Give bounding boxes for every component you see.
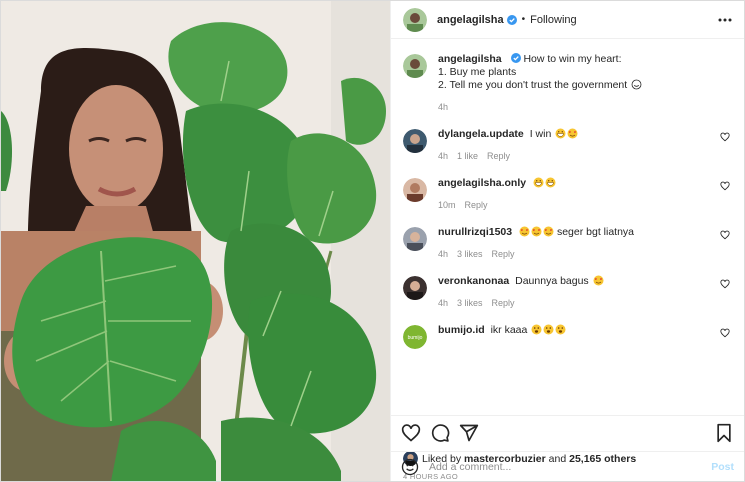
caption-time: 4h [438,102,449,112]
comment-time: 4h [438,151,449,161]
verified-badge-icon [510,53,521,63]
comment-icon[interactable] [430,423,450,443]
commenter-avatar[interactable] [403,227,427,251]
post-actions [391,415,744,449]
add-comment-bar: Post [391,451,744,481]
comment-row: nurullrizqi1503 seger bgt liatnya 4h 3 li… [403,226,732,261]
paper-plane-icon[interactable] [459,423,479,443]
post-header: angelagilsha • Following [391,1,744,39]
comment-likes[interactable]: 3 likes [457,298,483,308]
grin-emoji-icon [555,128,566,139]
caption: angelagilsha How to win my heart: 1. Buy… [403,53,732,114]
comment-like-heart-icon[interactable] [720,132,730,142]
commenter-avatar[interactable] [403,129,427,153]
more-icon[interactable] [718,13,732,27]
caption-username[interactable]: angelagilsha [438,53,502,65]
caption-meta: 4h [438,101,714,114]
comment-time: 10m [438,200,456,210]
heart-eyes-emoji-icon [593,275,604,286]
comment-like-heart-icon[interactable] [720,181,730,191]
heart-icon[interactable] [401,423,421,443]
commenter-avatar[interactable] [403,178,427,202]
reply-button[interactable]: Reply [465,200,488,210]
comment-text: ikr kaaa [490,324,528,336]
comment-likes[interactable]: 3 likes [457,249,483,259]
anguished-emoji-icon [543,324,554,335]
caption-avatar[interactable] [403,54,427,78]
bookmark-icon[interactable] [714,423,734,443]
commenter-username[interactable]: dylangela.update [438,128,524,140]
comment-like-heart-icon[interactable] [720,230,730,240]
commenter-avatar[interactable]: bumijo [403,325,427,349]
reply-button[interactable]: Reply [492,298,515,308]
comment-like-heart-icon[interactable] [720,328,730,338]
comment-row: bumijo bumijo.id ikr kaaa [403,324,732,349]
photo-woman-with-monstera [1,1,390,481]
smile-emoji-icon [631,79,642,90]
instagram-post: angelagilsha • Following angelagilsha Ho… [0,0,745,482]
commenter-avatar[interactable] [403,276,427,300]
anguished-emoji-icon [555,324,566,335]
comment-text: I win [529,128,552,140]
commenter-username[interactable]: bumijo.id [438,324,485,336]
commenter-username[interactable]: veronkanonaa [438,275,509,287]
post-comment-button[interactable]: Post [711,461,734,473]
comment-likes[interactable]: 1 like [457,151,478,161]
heart-eyes-emoji-icon [519,226,530,237]
grin-emoji-icon [545,177,556,188]
heart-eyes-emoji-icon [567,128,578,139]
smiley-icon[interactable] [401,458,419,476]
comment-row: angelagilsha.only 10m Reply [403,177,732,212]
comment-meta: 10m Reply [438,199,714,212]
author-username[interactable]: angelagilsha [437,14,504,26]
heart-eyes-emoji-icon [531,226,542,237]
commenter-username[interactable]: nurullrizqi1503 [438,226,512,238]
comment-text: seger bgt liatnya [556,226,635,238]
comment-text: Daunnya bagus [515,275,589,287]
svg-text:bumijo: bumijo [408,335,423,341]
verified-badge-icon [506,14,517,25]
comment-meta: 4h 1 like Reply [438,150,714,163]
commenter-username[interactable]: angelagilsha.only [438,177,526,189]
grin-emoji-icon [533,177,544,188]
comments-list[interactable]: angelagilsha How to win my heart: 1. Buy… [391,39,744,415]
caption-line-2: 1. Buy me plants [438,66,517,78]
author-avatar[interactable] [403,7,427,32]
heart-eyes-emoji-icon [543,226,554,237]
post-side-panel: angelagilsha • Following angelagilsha Ho… [390,1,744,481]
reply-button[interactable]: Reply [487,151,510,161]
comment-meta: 4h 3 likes Reply [438,297,714,310]
following-button[interactable]: Following [530,14,576,26]
post-photo[interactable] [1,1,390,481]
comment-row: veronkanonaa Daunnya bagus 4h 3 likes Repl… [403,275,732,310]
caption-line-3-text: 2. Tell me you don't trust the governmen… [438,79,628,91]
anguished-emoji-icon [531,324,542,335]
comment-row: dylangela.update I win 4h 1 like Reply [403,128,732,163]
header-separator: • [521,14,526,25]
comment-time: 4h [438,249,449,259]
add-comment-input[interactable] [429,460,712,473]
comment-like-heart-icon[interactable] [720,279,730,289]
caption-line-1: How to win my heart: [523,53,622,65]
comment-time: 4h [438,298,449,308]
caption-line-3: 2. Tell me you don't trust the governmen… [438,79,714,92]
reply-button[interactable]: Reply [492,249,515,259]
comment-meta: 4h 3 likes Reply [438,248,714,261]
